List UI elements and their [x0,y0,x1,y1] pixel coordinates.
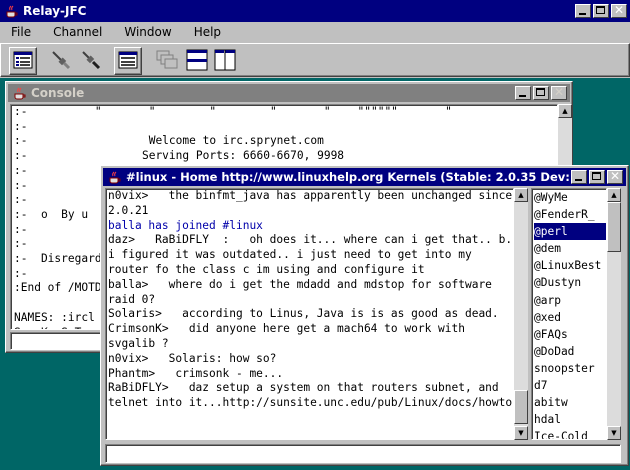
server-list-icon [13,51,33,72]
java-cup-icon [4,3,20,19]
channel-window: #linux - Home http://www.linuxhelp.org K… [100,165,629,466]
channel-list-icon [118,51,138,72]
cascade-windows-icon [156,50,178,73]
user-list: @WyMe @FenderR_ @perl @dem @LinuxBest @Dustyn… [531,188,607,440]
app-minimize-button[interactable] [575,4,591,18]
console-line: :- Welcome to irc.sprynet.com [14,134,324,148]
minimize-icon [579,13,586,15]
menu-help[interactable]: Help [183,25,232,39]
console-title: Console [31,86,85,100]
console-line: :- [14,119,28,133]
java-cup-icon [107,169,123,185]
user-list-item[interactable]: @WyMe [534,189,606,206]
scroll-thumb[interactable] [607,202,621,252]
chat-message: RaBiDFLY> daz setup a system on that rou… [108,381,513,410]
channel-scrollbar[interactable]: ▲ ▼ [514,188,528,440]
chat-message: balla> where do i get the mdadd and mdst… [108,277,499,306]
console-line: :- Serving Ports: 6660-6670, 9998 [14,149,345,163]
disconnect-button[interactable] [77,47,105,75]
channel-title: #linux - Home http://www.linuxhelp.org K… [126,170,571,184]
chat-message: daz> RaBiDFLY : oh does it... where can … [108,233,513,276]
channel-output: n0vix> the binfmt_java has apparently be… [105,188,514,440]
user-list-item[interactable]: snoopster [534,360,606,377]
tile-horizontal-icon [186,49,208,74]
connect-button[interactable] [47,47,75,75]
channel-title-bar[interactable]: #linux - Home http://www.linuxhelp.org K… [103,168,626,186]
chat-message: n0vix> the binfmt_java has apparently be… [108,189,513,217]
user-list-item[interactable]: abitw [534,394,606,411]
channel-minimize-button[interactable] [571,170,587,184]
user-list-item[interactable]: @xed [534,309,606,326]
channel-close-button[interactable]: ✕ [607,169,623,184]
menu-window[interactable]: Window [113,25,182,39]
user-list-item[interactable]: hdal [534,411,606,428]
chat-message: Solaris> according to Linus, Java is is … [108,307,499,321]
java-cup-icon [12,85,28,101]
tile-horizontal-button[interactable] [183,47,211,75]
cascade-windows-button[interactable] [153,47,181,75]
app-close-button[interactable]: ✕ [611,3,627,18]
app-title-bar[interactable]: Relay-JFC ✕ [0,0,630,22]
minimize-icon [519,95,526,97]
chat-message: Phantm> crimsonk - me... [108,366,284,380]
user-list-item[interactable]: @FAQs [534,326,606,343]
console-maximize-button[interactable] [533,86,549,100]
scroll-down-arrow[interactable]: ▼ [514,426,528,440]
user-list-item[interactable]: @perl [534,223,606,241]
menu-file[interactable]: File [0,25,42,39]
user-list-item[interactable]: @FenderR_ [534,206,606,223]
scroll-thumb[interactable] [514,390,528,424]
user-list-item[interactable]: @dem [534,240,606,257]
join-notice: balla has joined #linux [108,218,263,232]
maximize-icon [592,172,601,180]
chat-message: n0vix> Solaris: how so? [108,351,277,365]
minimize-icon [575,179,582,181]
close-icon: ✕ [553,85,565,99]
user-list-item[interactable]: @LinuxBest [534,257,606,274]
maximize-icon [536,88,545,96]
console-title-bar[interactable]: Console ✕ [8,84,570,102]
menu-bar: File Channel Window Help [0,22,630,42]
scroll-down-arrow[interactable]: ▼ [607,426,621,440]
connect-icon [50,49,72,74]
scroll-up-arrow[interactable]: ▲ [514,188,528,202]
server-list-button[interactable] [9,47,37,75]
menu-channel[interactable]: Channel [42,25,113,39]
user-list-item[interactable]: @DoDad [534,343,606,360]
console-minimize-button[interactable] [515,86,531,100]
toolbar [0,43,630,77]
close-icon: ✕ [613,3,625,17]
tile-vertical-icon [214,49,236,74]
maximize-icon [596,6,605,14]
scroll-up-arrow[interactable]: ▲ [607,188,621,202]
channel-input-field[interactable] [105,444,621,463]
channel-list-button[interactable] [114,47,142,75]
tile-vertical-button[interactable] [211,47,239,75]
disconnect-icon [80,49,102,74]
user-list-item[interactable]: @arp [534,292,606,309]
close-icon: ✕ [609,169,621,183]
user-list-item[interactable]: d7 [534,377,606,394]
user-list-scrollbar[interactable]: ▲ ▼ [607,188,621,440]
scroll-up-arrow[interactable]: ▲ [558,104,572,118]
app-maximize-button[interactable] [593,4,609,18]
app-title: Relay-JFC [23,4,87,18]
user-list-item[interactable]: @Dustyn [534,274,606,291]
channel-maximize-button[interactable] [589,170,605,184]
console-line: :- " " " " " """""" " [14,105,452,118]
user-list-item[interactable]: Ice-Cold [534,428,606,439]
chat-message: CrimsonK> did anyone here get a mach64 t… [108,322,472,350]
console-close-button[interactable]: ✕ [551,85,567,100]
